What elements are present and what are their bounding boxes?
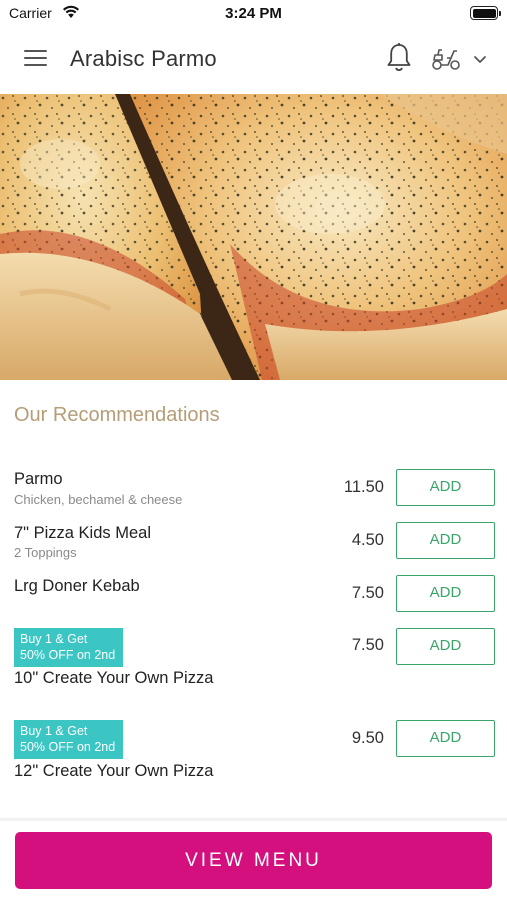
item-name: 7" Pizza Kids Meal bbox=[14, 524, 151, 542]
section-title-recommendations: Our Recommendations bbox=[14, 404, 220, 426]
add-button[interactable]: ADD bbox=[396, 522, 495, 559]
item-name: Lrg Doner Kebab bbox=[14, 577, 140, 595]
item-price: 4.50 bbox=[351, 531, 384, 549]
scooter-icon[interactable] bbox=[430, 46, 462, 72]
promo-line: 50% OFF on 2nd bbox=[20, 740, 116, 754]
status-bar: Carrier 3:24 PM bbox=[0, 0, 507, 26]
promo-line: Buy 1 & Get bbox=[20, 724, 88, 738]
item-description: 2 Toppings bbox=[14, 545, 77, 560]
app-header: Arabisc Parmo bbox=[0, 26, 507, 94]
item-name: Parmo bbox=[14, 470, 63, 488]
battery-icon bbox=[470, 6, 501, 20]
hamburger-menu-icon[interactable] bbox=[24, 48, 48, 68]
promo-line: 50% OFF on 2nd bbox=[20, 648, 116, 662]
item-price: 11.50 bbox=[343, 478, 384, 496]
item-name: 12" Create Your Own Pizza bbox=[14, 762, 214, 780]
item-price: 7.50 bbox=[351, 584, 384, 602]
promo-badge: Buy 1 & Get 50% OFF on 2nd bbox=[14, 628, 123, 667]
item-price: 7.50 bbox=[351, 636, 384, 654]
promo-line: Buy 1 & Get bbox=[20, 632, 88, 646]
add-button[interactable]: ADD bbox=[396, 575, 495, 612]
bell-icon[interactable] bbox=[385, 42, 413, 74]
add-button[interactable]: ADD bbox=[396, 469, 495, 506]
chevron-down-icon[interactable] bbox=[472, 52, 488, 66]
item-description: Chicken, bechamel & cheese bbox=[14, 492, 183, 507]
item-price: 9.50 bbox=[351, 729, 384, 747]
hero-pizza-image bbox=[0, 94, 507, 380]
status-time: 3:24 PM bbox=[225, 5, 282, 22]
restaurant-title: Arabisc Parmo bbox=[70, 46, 217, 71]
add-button[interactable]: ADD bbox=[396, 628, 495, 665]
divider bbox=[0, 818, 507, 821]
promo-badge: Buy 1 & Get 50% OFF on 2nd bbox=[14, 720, 123, 759]
item-name: 10" Create Your Own Pizza bbox=[14, 669, 214, 687]
view-menu-button[interactable]: VIEW MENU bbox=[15, 832, 492, 889]
add-button[interactable]: ADD bbox=[396, 720, 495, 757]
